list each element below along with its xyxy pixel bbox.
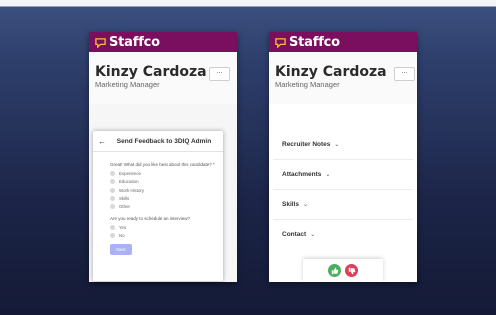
feedback-action-bar (303, 259, 383, 282)
back-arrow-icon[interactable]: ← (93, 137, 111, 146)
brand-name: Staffco (109, 34, 160, 50)
option-work-history[interactable]: Work History (110, 187, 215, 193)
thumbs-down-button[interactable] (345, 264, 358, 277)
candidate-profile-header: Kinzy Cardoza Marketing Manager ... (269, 52, 417, 104)
question-liked-best: Great! What did you like best about this… (110, 162, 215, 167)
option-experience[interactable]: Experience (110, 170, 215, 176)
chevron-down-icon: ⌄ (325, 172, 331, 178)
answer-label: Yes (119, 224, 127, 230)
thumbs-up-icon (331, 267, 338, 274)
candidate-name: Kinzy Cardoza (275, 64, 387, 80)
chevron-down-icon: ⌄ (334, 142, 340, 148)
brand-name: Staffco (289, 34, 340, 50)
more-options-button[interactable]: ... (394, 67, 415, 81)
section-label: Skills (282, 201, 299, 208)
option-education[interactable]: Education (110, 179, 215, 185)
option-label: Work History (119, 187, 145, 193)
more-options-button[interactable]: ... (209, 67, 230, 81)
radio-button[interactable] (110, 224, 115, 230)
answer-label: No (119, 233, 125, 239)
question-schedule-interview: Are you ready to schedule an interview? (110, 215, 191, 221)
section-label: Recruiter Notes (282, 141, 331, 148)
staffco-logo[interactable]: Staffco (95, 35, 160, 50)
section-label: Contact (282, 231, 307, 238)
modal-header: ← Send Feedback to 3DIQ Admin (93, 131, 223, 152)
answer-no[interactable]: No (110, 233, 215, 239)
option-other[interactable]: Other (110, 204, 215, 210)
feedback-modal: ← Send Feedback to 3DIQ Admin Great! Wha… (93, 131, 223, 281)
thumbs-up-button[interactable] (328, 264, 341, 277)
candidate-profile-header: Kinzy Cardoza Marketing Manager ... (89, 52, 237, 104)
thumbs-down-icon (348, 267, 355, 274)
profile-sections: Recruiter Notes ⌄ Attachments ⌄ Skills ⌄ Co… (269, 130, 417, 249)
section-skills[interactable]: Skills ⌄ (273, 189, 413, 219)
logo-mark-icon (95, 37, 106, 48)
option-label: Experience (119, 170, 141, 176)
option-label: Skills (119, 196, 130, 202)
section-recruiter-notes[interactable]: Recruiter Notes ⌄ (273, 130, 413, 159)
staffco-logo[interactable]: Staffco (275, 35, 340, 50)
radio-button[interactable] (110, 196, 115, 202)
answer-yes[interactable]: Yes (110, 224, 215, 230)
chevron-down-icon: ⌄ (302, 202, 309, 208)
radio-button[interactable] (110, 170, 115, 176)
option-label: Education (119, 179, 139, 185)
logo-mark-icon (275, 37, 286, 48)
section-label: Attachments (282, 171, 322, 178)
section-attachments[interactable]: Attachments ⌄ (273, 159, 413, 189)
option-label: Other (119, 204, 130, 210)
option-skills[interactable]: Skills (110, 196, 215, 202)
modal-body: Great! What did you like best about this… (93, 152, 223, 255)
candidate-role: Marketing Manager (95, 80, 160, 89)
candidate-role: Marketing Manager (275, 80, 340, 89)
radio-button[interactable] (110, 179, 115, 185)
radio-button[interactable] (110, 204, 115, 210)
next-button[interactable]: Next (110, 243, 132, 255)
top-bar: Staffco (269, 32, 417, 52)
radio-button[interactable] (110, 187, 115, 193)
section-contact[interactable]: Contact ⌄ (273, 219, 413, 249)
modal-title: Send Feedback to 3DIQ Admin (116, 137, 212, 145)
right-phone-screen: Staffco Kinzy Cardoza Marketing Manager … (269, 32, 417, 282)
top-bar: Staffco (89, 32, 237, 52)
radio-button[interactable] (110, 233, 115, 239)
presentation-background: Staffco Kinzy Cardoza Marketing Manager … (0, 0, 496, 315)
chevron-down-icon: ⌄ (310, 232, 316, 238)
